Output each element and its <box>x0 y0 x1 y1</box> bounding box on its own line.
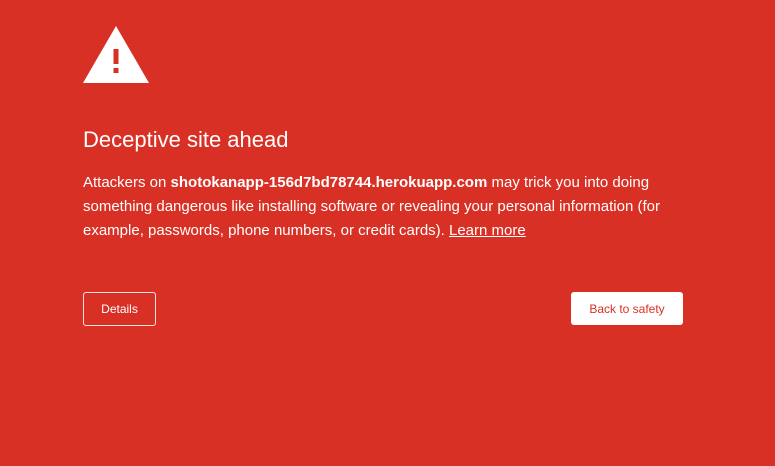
learn-more-link[interactable]: Learn more <box>449 222 526 239</box>
page-title: Deceptive site ahead <box>83 127 289 152</box>
details-button[interactable]: Details <box>83 292 156 326</box>
back-to-safety-button[interactable]: Back to safety <box>571 292 683 325</box>
warning-triangle-icon <box>83 26 149 83</box>
safe-browsing-interstitial: Deceptive site ahead Attackers on shotok… <box>0 0 775 466</box>
site-host: shotokanapp-156d7bd78744.herokuapp.com <box>170 174 488 191</box>
message-prefix: Attackers on <box>83 174 171 191</box>
warning-message: Attackers on shotokanapp-156d7bd78744.he… <box>83 171 683 243</box>
